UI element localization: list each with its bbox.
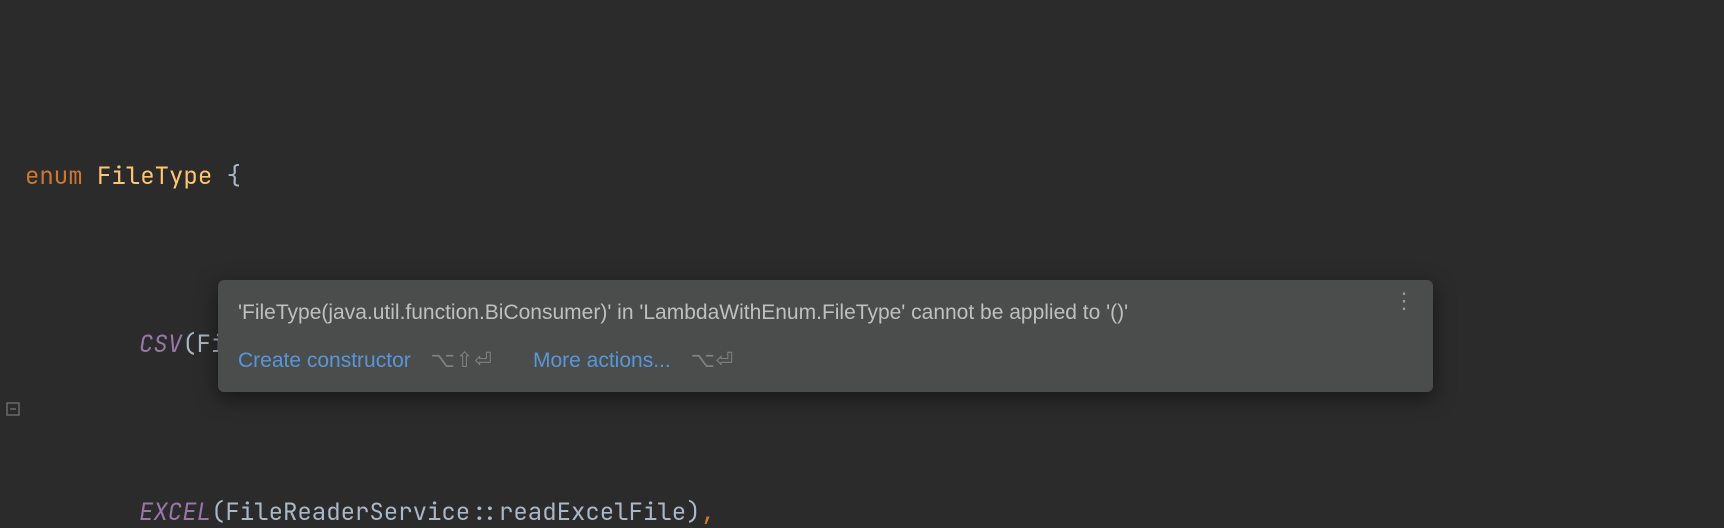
code-line: enum FileType {	[25, 156, 1724, 198]
error-tooltip: ⋮ 'FileType(java.util.function.BiConsume…	[218, 280, 1433, 392]
enum-args: (FileReaderService::readExcelFile)	[211, 497, 701, 528]
brace-open: {	[227, 161, 241, 192]
code-line: EXCEL(FileReaderService::readExcelFile),	[25, 492, 1724, 528]
enum-constant: EXCEL	[139, 497, 211, 528]
shortcut-label: ⌥⇧⏎	[431, 349, 493, 372]
error-message: 'FileType(java.util.function.BiConsumer)…	[238, 298, 1413, 328]
tooltip-actions: Create constructor ⌥⇧⏎ More actions... ⌥…	[238, 346, 1413, 376]
comma: ,	[701, 497, 715, 528]
keyword-enum: enum	[25, 161, 83, 192]
code-editor[interactable]: enum FileType { CSV(FileReaderService::r…	[0, 0, 1724, 528]
enum-constant: CSV	[139, 329, 182, 360]
type-name: FileType	[97, 161, 212, 192]
shortcut-label: ⌥⏎	[691, 349, 735, 372]
create-constructor-link[interactable]: Create constructor	[238, 349, 411, 372]
more-options-icon[interactable]: ⋮	[1393, 296, 1415, 306]
more-actions-link[interactable]: More actions...	[533, 349, 671, 372]
